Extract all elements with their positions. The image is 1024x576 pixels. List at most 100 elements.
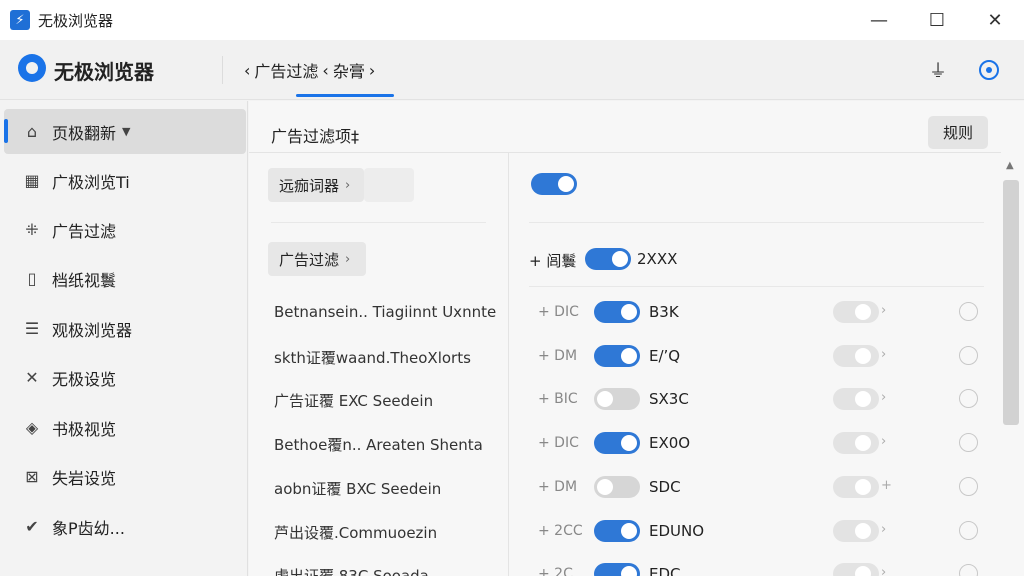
rule-plus-label[interactable]: + DIC: [538, 435, 579, 451]
sidebar-item-label: 象P齿幼...: [52, 518, 125, 538]
disabled-toggle[interactable]: [833, 301, 879, 323]
sidebar-item-label: 无极设览: [52, 369, 117, 389]
scrollbar-thumb[interactable]: [1003, 180, 1019, 425]
column-divider: [508, 153, 509, 576]
sidebar-item-book[interactable]: ◈ 书极视览: [4, 405, 246, 450]
breadcrumb-forward-chevron-icon[interactable]: ›: [369, 61, 375, 80]
rule-plus-label[interactable]: + DM: [538, 348, 577, 364]
chevron-right-icon[interactable]: +: [881, 478, 892, 493]
app-header: 无极浏览器 ‹ 广告过滤 ‹ 杂膏 › ⏚: [0, 40, 1024, 100]
pill-background: [364, 168, 414, 202]
rule-toggle[interactable]: [594, 301, 640, 323]
rule-plus-label[interactable]: + DM: [538, 479, 577, 495]
list-icon: ☰: [24, 319, 40, 338]
rule-radio[interactable]: [959, 433, 978, 453]
rule-toggle[interactable]: [594, 475, 640, 498]
minimize-button[interactable]: —: [850, 0, 908, 40]
window-controls: — ☐ ✕: [850, 0, 1024, 40]
disabled-toggle[interactable]: [833, 475, 879, 498]
chevron-right-icon[interactable]: ›: [881, 303, 886, 318]
rule-radio[interactable]: [959, 389, 978, 409]
rule-plus-label[interactable]: + 2C: [538, 566, 573, 576]
chevron-right-icon[interactable]: ›: [881, 522, 886, 537]
sidebar-item-home[interactable]: ⌂ 页极翻新 ▼: [4, 109, 246, 154]
cross-icon: ✕: [25, 368, 39, 387]
sidebar-item-browser[interactable]: ▦ 广极浏览Ti: [4, 158, 246, 203]
disabled-toggle[interactable]: [833, 344, 879, 367]
rule-radio[interactable]: [959, 476, 978, 496]
breadcrumb: ‹ 广告过滤 ‹ 杂膏 ›: [244, 58, 375, 82]
chevron-right-icon: ›: [345, 177, 351, 193]
sidebar-item-settings[interactable]: ✕ 无极设览: [4, 355, 246, 400]
disabled-toggle[interactable]: [833, 563, 879, 576]
scroll-up-icon[interactable]: ▲: [1006, 160, 1014, 171]
rule-name: aobn证覆 BXC Seedein: [274, 479, 442, 498]
target-icon[interactable]: [977, 58, 1001, 82]
rule-toggle[interactable]: [594, 388, 640, 411]
remote-filter-button[interactable]: 远痂词器 ›: [268, 168, 364, 202]
sidebar-item-more[interactable]: ✔ 象P齿幼...: [4, 504, 246, 549]
row-divider: [529, 286, 984, 287]
sidebar-item-ad-filter[interactable]: ⁜ 广告过滤: [4, 207, 246, 252]
chevron-right-icon[interactable]: ›: [881, 565, 886, 576]
sidebar-item-label: 书极视览: [52, 419, 117, 439]
disabled-toggle[interactable]: [833, 519, 879, 542]
document-icon: ▯: [27, 269, 37, 288]
rule-toggle[interactable]: [594, 519, 640, 542]
rule-radio[interactable]: [959, 345, 978, 365]
filter-icon: ⁜: [25, 220, 39, 239]
header-divider: [222, 56, 223, 84]
header-toggle[interactable]: [585, 248, 631, 270]
rule-plus-label[interactable]: + BIC: [538, 391, 578, 407]
rule-name: Betnansein.. Tiagiinnt Uxnnte: [274, 303, 497, 321]
chevron-right-icon[interactable]: ›: [881, 390, 886, 405]
sidebar-item-label: 档纸视鬟: [52, 270, 117, 290]
disabled-toggle[interactable]: [833, 432, 879, 455]
rule-toggle[interactable]: [594, 432, 640, 455]
sidebar-item-view-browser[interactable]: ☰ 观极浏览器: [4, 306, 246, 351]
breadcrumb-item-current[interactable]: 杂膏: [333, 58, 365, 82]
rule-radio[interactable]: [959, 520, 978, 540]
pill-label: 远痂词器: [279, 176, 340, 195]
row-divider: [529, 222, 984, 223]
rule-name: skth证覆waand.TheoXlorts: [274, 348, 471, 367]
grid-icon: ▦: [24, 171, 40, 190]
rule-code: SDC: [649, 477, 681, 496]
rule-code: B3K: [649, 303, 679, 321]
breadcrumb-item-ad-filter[interactable]: 广告过滤: [254, 58, 318, 82]
sidebar: ⌂ 页极翻新 ▼ ▦ 广极浏览Ti ⁜ 广告过滤 ▯ 档纸视鬟 ☰ 观极浏览器 …: [0, 101, 248, 576]
rule-radio[interactable]: [959, 564, 978, 576]
rule-code: EDC: [649, 565, 681, 576]
rule-name: 芦出设覆.Commuoezin: [274, 523, 438, 542]
rule-name: 虚出证覆 83C Sooada: [274, 565, 429, 576]
sidebar-item-label: 观极浏览器: [52, 320, 133, 340]
title-bar: ⚡ 无极浏览器 — ☐ ✕: [0, 0, 1024, 40]
chevron-right-icon[interactable]: ›: [881, 347, 886, 362]
rule-code: SX3C: [649, 390, 689, 409]
breadcrumb-active-underline: [296, 94, 394, 97]
rules-button[interactable]: 规则: [928, 116, 988, 149]
app-icon: ⚡: [10, 10, 30, 30]
sidebar-item-loss[interactable]: ⊠ 失岩设览: [4, 454, 246, 499]
plug-icon[interactable]: ⏚: [926, 58, 950, 82]
main-panel: 广告过滤项‡ 规则 远痂词器 › 广告过滤 › + 闾鬟 2XXX Betnan…: [249, 101, 1024, 576]
maximize-button[interactable]: ☐: [908, 0, 966, 40]
disabled-toggle[interactable]: [833, 388, 879, 411]
rule-plus-label[interactable]: + DIC: [538, 304, 579, 320]
breadcrumb-back-chevron-icon[interactable]: ‹: [244, 61, 250, 80]
brand-name: 无极浏览器: [54, 60, 154, 84]
rule-toggle[interactable]: [594, 344, 640, 367]
caret-down-icon: ▼: [122, 125, 131, 138]
section-divider: [249, 152, 1001, 153]
sidebar-item-document[interactable]: ▯ 档纸视鬟: [4, 256, 246, 301]
home-icon: ⌂: [26, 122, 38, 141]
rule-plus-label[interactable]: + 2CC: [538, 523, 583, 539]
close-button[interactable]: ✕: [966, 0, 1024, 40]
rule-radio[interactable]: [959, 302, 978, 321]
rule-toggle[interactable]: [594, 563, 640, 576]
rule-name: Bethoe覆n.. Areaten Shenta: [274, 436, 483, 455]
rule-name: 广告证覆 EXC Seedein: [274, 392, 434, 411]
top-toggle[interactable]: [531, 173, 577, 195]
chevron-right-icon[interactable]: ›: [881, 434, 886, 449]
ad-filter-button[interactable]: 广告过滤 ›: [268, 242, 366, 276]
